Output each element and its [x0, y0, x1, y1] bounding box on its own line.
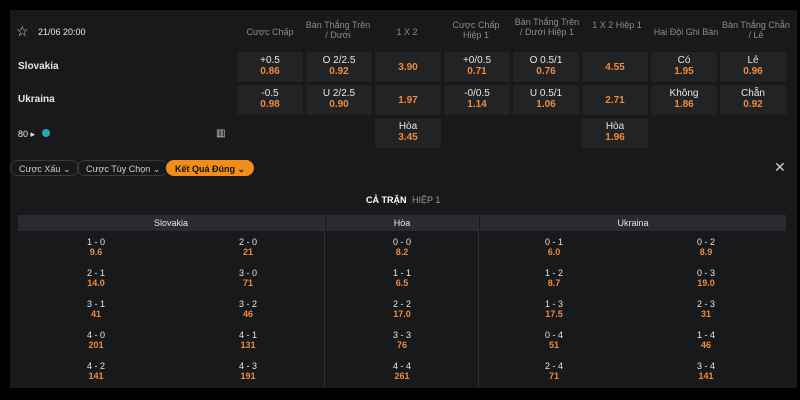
- favorite-star-icon[interactable]: ☆: [16, 23, 29, 40]
- odds-cell[interactable]: Có 1.95: [651, 52, 717, 82]
- odds-cell[interactable]: O 0.5/1 0.76: [513, 52, 579, 82]
- correct-score-odd[interactable]: 1 - 0 9.6: [66, 237, 126, 257]
- header-1x2-h1: 1 X 2 Hiệp 1: [592, 20, 642, 30]
- market-header-row: ☆ 21/06 20:00 Cược Chấp Bàn Thắng Trên /…: [10, 10, 797, 55]
- odds-cell[interactable]: Lẻ 0.96: [720, 52, 786, 82]
- away-team-row: Ukraina -0.5 0.98 U 2/2.5 0.90 1.97 -0/0.5…: [10, 85, 797, 117]
- team-away-name: Ukraina: [18, 94, 55, 105]
- correct-score-odd[interactable]: 3 - 3 76: [372, 330, 432, 350]
- correct-score-odd[interactable]: 3 - 0 71: [218, 268, 278, 288]
- filter-chip-correct-score[interactable]: Kết Quả Đúng ⌄: [166, 160, 255, 176]
- odds-cell[interactable]: Không 1.86: [651, 85, 717, 115]
- correct-score-odd[interactable]: 0 - 2 8.9: [676, 237, 736, 257]
- odds-cell[interactable]: 1.97: [375, 85, 441, 115]
- close-icon[interactable]: ✕: [774, 159, 786, 176]
- odds-cell[interactable]: U 2/2.5 0.90: [306, 85, 372, 115]
- correct-score-odd[interactable]: 2 - 4 71: [524, 361, 584, 381]
- odds-cell[interactable]: +0.5 0.86: [237, 52, 303, 82]
- group-header-away: Ukraina: [480, 215, 786, 231]
- correct-score-odd[interactable]: 2 - 3 31: [676, 299, 736, 319]
- team-home-name: Slovakia: [18, 61, 59, 72]
- odds-cell[interactable]: 3.90: [375, 52, 441, 82]
- odds-cell[interactable]: U 0.5/1 1.06: [513, 85, 579, 115]
- correct-score-odd[interactable]: 1 - 4 46: [676, 330, 736, 350]
- odds-cell[interactable]: Chẵn 0.92: [720, 85, 786, 115]
- correct-score-odd[interactable]: 4 - 0 201: [66, 330, 126, 350]
- header-over-under-h1: Bàn Thắng Trên / Dưới Hiệp 1: [514, 17, 580, 37]
- header-1x2: 1 X 2: [396, 27, 418, 37]
- correct-score-odd[interactable]: 4 - 3 191: [218, 361, 278, 381]
- header-over-under: Bàn Thắng Trên / Dưới: [305, 20, 371, 40]
- odds-cell[interactable]: 4.55: [582, 52, 648, 82]
- correct-score-odd[interactable]: 3 - 2 46: [218, 299, 278, 319]
- filter-chip-bad-bets[interactable]: Cược Xấu ⌄: [10, 160, 80, 176]
- correct-score-odd[interactable]: 0 - 4 51: [524, 330, 584, 350]
- tab-first-half[interactable]: HIỆP 1: [412, 195, 440, 205]
- odds-cell[interactable]: O 2/2.5 0.92: [306, 52, 372, 82]
- column-divider: [478, 215, 479, 388]
- correct-score-odd[interactable]: 2 - 0 21: [218, 237, 278, 257]
- filter-chip-custom-bets[interactable]: Cược Tùy Chọn ⌄: [77, 160, 170, 176]
- correct-score-odd[interactable]: 1 - 2 8.7: [524, 268, 584, 288]
- odds-cell[interactable]: +0/0.5 0.71: [444, 52, 510, 82]
- odds-cell[interactable]: -0/0.5 1.14: [444, 85, 510, 115]
- stats-icon[interactable]: ▥: [216, 128, 225, 139]
- correct-score-odd[interactable]: 2 - 2 17.0: [372, 299, 432, 319]
- betting-panel: ☆ 21/06 20:00 Cược Chấp Bàn Thắng Trên /…: [10, 10, 797, 388]
- correct-score-odd[interactable]: 0 - 0 8.2: [372, 237, 432, 257]
- correct-score-odd[interactable]: 0 - 3 19.0: [676, 268, 736, 288]
- column-divider: [324, 215, 325, 388]
- live-stream-icon[interactable]: [42, 129, 50, 137]
- correct-score-odd[interactable]: 4 - 4 261: [372, 361, 432, 381]
- more-markets-count[interactable]: 80 ▸: [18, 129, 35, 140]
- tab-full-match[interactable]: CẢ TRẬN: [366, 195, 407, 205]
- group-header-home: Slovakia: [18, 215, 324, 231]
- correct-score-odd[interactable]: 2 - 1 14.0: [66, 268, 126, 288]
- header-odd-even: Bàn Thắng Chẵn / Lẻ: [722, 20, 790, 40]
- correct-score-odd[interactable]: 4 - 2 141: [66, 361, 126, 381]
- home-team-row: Slovakia +0.5 0.86 O 2/2.5 0.92 3.90 +0/0.…: [10, 52, 797, 84]
- correct-score-odd[interactable]: 1 - 3 17.5: [524, 299, 584, 319]
- correct-score-odd[interactable]: 4 - 1 131: [218, 330, 278, 350]
- group-header-draw: Hòa: [326, 215, 478, 231]
- odds-cell[interactable]: Hòa 3.45: [375, 118, 441, 148]
- odds-cell[interactable]: 2.71: [582, 85, 648, 115]
- header-both-teams-score: Hai Đội Ghi Bàn: [653, 27, 719, 37]
- draw-row: 80 ▸ ▥ Hòa 3.45 Hòa 1.96: [10, 118, 797, 150]
- correct-score-odd[interactable]: 3 - 4 141: [676, 361, 736, 381]
- odds-cell[interactable]: -0.5 0.98: [237, 85, 303, 115]
- correct-score-odd[interactable]: 0 - 1 6.0: [524, 237, 584, 257]
- odds-cell[interactable]: Hòa 1.96: [582, 118, 648, 148]
- correct-score-odd[interactable]: 3 - 1 41: [66, 299, 126, 319]
- header-handicap-h1: Cược Chấp Hiệp 1: [452, 20, 500, 40]
- correct-score-odd[interactable]: 1 - 1 6.5: [372, 268, 432, 288]
- match-datetime: 21/06 20:00: [38, 27, 86, 37]
- header-handicap: Cược Chấp: [246, 27, 294, 37]
